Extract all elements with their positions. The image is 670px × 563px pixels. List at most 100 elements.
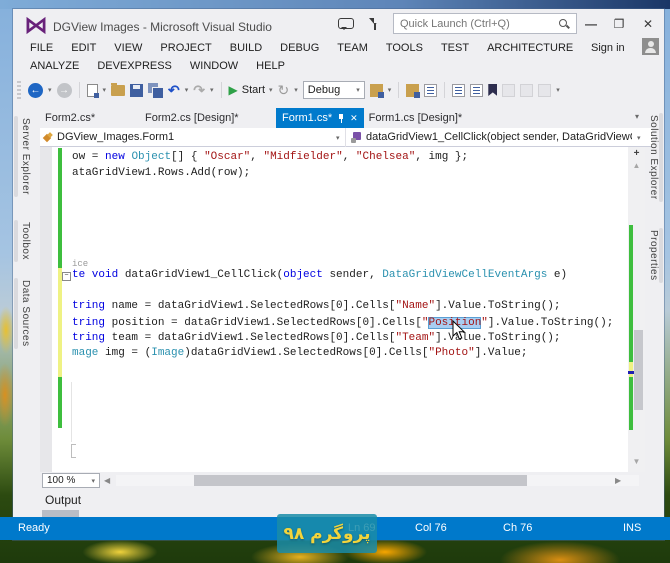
play-icon: ▶ xyxy=(229,83,238,97)
member-dropdown[interactable]: dataGridView1_CellClick(object sender, D… xyxy=(366,131,632,143)
debug-config-value: Debug xyxy=(308,84,340,96)
code-editor[interactable]: ow = new Object[] { "Oscar", "Midfielder… xyxy=(40,147,645,472)
document-tab-form1-cs-design-[interactable]: Form1.cs [Design]* xyxy=(364,108,476,128)
toolbar-grip[interactable] xyxy=(17,81,21,99)
code-line[interactable]: −te void dataGridView1_CellClick(object … xyxy=(72,269,567,285)
tool-tab-solution-explorer[interactable]: Solution Explorer xyxy=(648,113,659,202)
scroll-left-icon[interactable]: ◀ xyxy=(104,476,110,485)
menu-item-help[interactable]: HELP xyxy=(247,58,294,74)
solution-configurations-dropdown[interactable]: Debug ▾ xyxy=(303,81,365,99)
document-tab-form1-cs-[interactable]: Form1.cs*✕ xyxy=(276,108,364,128)
undo-dropdown-icon[interactable]: ▾ xyxy=(185,86,189,94)
new-file-button[interactable] xyxy=(87,84,98,97)
start-dropdown-icon[interactable]: ▾ xyxy=(269,86,273,94)
uncomment-button[interactable] xyxy=(424,84,437,97)
collapse-region-icon[interactable]: − xyxy=(62,272,71,281)
splitter-handle-icon[interactable]: + xyxy=(628,147,645,160)
maximize-button[interactable]: ❐ xyxy=(610,15,628,33)
toggle-bookmark-button[interactable] xyxy=(488,84,497,96)
menu-item-edit[interactable]: EDIT xyxy=(62,40,105,56)
output-tab-indicator[interactable] xyxy=(42,510,79,517)
new-file-dropdown-icon[interactable]: ▾ xyxy=(103,86,107,94)
document-tab-form2-cs-[interactable]: Form2.cs* xyxy=(40,108,140,128)
navigate-forward-button[interactable]: → xyxy=(57,83,72,98)
tab-label: Form2.cs* xyxy=(45,112,95,124)
next-bookmark-button[interactable] xyxy=(520,84,533,97)
redo-dropdown-icon[interactable]: ▾ xyxy=(210,86,214,94)
notifications-flag-icon[interactable] xyxy=(368,17,382,31)
previous-bookmark-button[interactable] xyxy=(502,84,515,97)
tab-list-dropdown-icon[interactable]: ▾ xyxy=(635,112,639,121)
menu-item-view[interactable]: VIEW xyxy=(105,40,151,56)
decrease-indent-button[interactable] xyxy=(452,84,465,97)
quick-launch-box[interactable] xyxy=(393,13,577,34)
code-line[interactable]: tring team = dataGridView1.SelectedRows[… xyxy=(72,332,561,348)
close-tab-icon[interactable]: ✕ xyxy=(350,108,358,128)
code-line[interactable]: mage img = (Image)dataGridView1.Selected… xyxy=(72,347,528,363)
status-character-number: Ch 76 xyxy=(503,522,532,534)
horizontal-scrollbar-thumb[interactable] xyxy=(194,475,527,486)
toolbar-overflow-icon[interactable]: ▾ xyxy=(388,86,392,94)
code-line[interactable]: ow = new Object[] { "Oscar", "Midfielder… xyxy=(72,151,468,167)
open-file-button[interactable] xyxy=(111,85,125,96)
editor-zoom-dropdown[interactable]: 100 % ▾ xyxy=(42,473,100,488)
minimize-button[interactable]: — xyxy=(582,15,600,33)
type-dropdown-icon[interactable]: ▾ xyxy=(336,134,340,142)
navigate-backward-button[interactable]: ← xyxy=(28,83,43,98)
code-line[interactable]: ataGridView1.Rows.Add(row); xyxy=(72,167,250,183)
vertical-scrollbar[interactable]: + ▲ ▼ xyxy=(628,147,645,472)
increase-indent-button[interactable] xyxy=(470,84,483,97)
desktop-wallpaper-top xyxy=(0,0,670,9)
tool-tab-server-explorer[interactable]: Server Explorer xyxy=(20,116,31,197)
code-line[interactable]: tring position = dataGridView1.SelectedR… xyxy=(72,317,613,333)
menu-item-team[interactable]: TEAM xyxy=(328,40,377,56)
navigate-backward-dropdown-icon[interactable]: ▾ xyxy=(48,86,52,94)
vertical-scrollbar-thumb[interactable] xyxy=(634,330,643,410)
save-all-button[interactable] xyxy=(148,83,163,97)
menu-item-architecture[interactable]: ARCHITECTURE xyxy=(478,40,582,56)
redo-button[interactable]: ↷ xyxy=(193,82,205,98)
code-line[interactable]: tring name = dataGridView1.SelectedRows[… xyxy=(72,300,561,316)
restart-dropdown-icon[interactable]: ▾ xyxy=(294,86,298,94)
menu-item-build[interactable]: BUILD xyxy=(221,40,271,56)
code-token: sender, xyxy=(323,269,382,281)
menu-item-debug[interactable]: DEBUG xyxy=(271,40,328,56)
scroll-up-icon[interactable]: ▲ xyxy=(628,161,645,170)
sign-in-link[interactable]: Sign in xyxy=(591,42,625,54)
restart-button[interactable]: ↻ xyxy=(278,82,290,98)
menu-item-analyze[interactable]: ANALYZE xyxy=(21,58,88,74)
menu-item-project[interactable]: PROJECT xyxy=(151,40,220,56)
tool-tab-properties[interactable]: Properties xyxy=(648,228,659,283)
scroll-down-icon[interactable]: ▼ xyxy=(628,457,645,466)
menu-item-devexpress[interactable]: DEVEXPRESS xyxy=(88,58,181,74)
scrollbar-change-mark-saved xyxy=(629,225,633,430)
document-tab-well: Form2.cs* Form2.cs [Design]*Form1.cs*✕For… xyxy=(40,108,652,128)
toolbar-separator xyxy=(398,82,399,98)
member-dropdown-icon[interactable]: ▾ xyxy=(637,134,641,142)
toolbar-overflow-icon[interactable]: ▾ xyxy=(556,86,560,94)
menu-item-test[interactable]: TEST xyxy=(432,40,478,56)
tool-tab-toolbox[interactable]: Toolbox xyxy=(20,220,31,262)
comment-button[interactable] xyxy=(406,84,419,97)
menu-item-window[interactable]: WINDOW xyxy=(181,58,247,74)
type-dropdown[interactable]: DGView_Images.Form1 xyxy=(57,131,174,143)
feedback-bubble-icon[interactable] xyxy=(338,18,354,29)
menu-item-file[interactable]: FILE xyxy=(21,40,62,56)
menu-item-tools[interactable]: TOOLS xyxy=(377,40,432,56)
find-in-files-button[interactable] xyxy=(370,84,383,97)
pin-icon[interactable] xyxy=(337,113,345,124)
save-button[interactable] xyxy=(130,84,143,97)
tool-tab-data-sources[interactable]: Data Sources xyxy=(20,278,31,349)
document-tab-form2-cs-design-[interactable]: Form2.cs [Design]* xyxy=(140,108,276,128)
user-avatar-icon[interactable] xyxy=(642,38,659,55)
scroll-right-icon[interactable]: ▶ xyxy=(615,476,621,485)
start-debugging-button[interactable]: ▶ Start ▾ xyxy=(229,83,273,97)
close-button[interactable]: ✕ xyxy=(639,15,657,33)
output-panel-title[interactable]: Output xyxy=(45,493,81,507)
clear-bookmarks-button[interactable] xyxy=(538,84,551,97)
breakpoint-margin[interactable] xyxy=(40,147,52,472)
undo-button[interactable]: ↶ xyxy=(168,82,180,98)
quick-launch-input[interactable] xyxy=(400,18,558,30)
screen: ⋈ DGView Images - Microsoft Visual Studi… xyxy=(0,0,670,563)
horizontal-scrollbar[interactable] xyxy=(116,475,639,486)
